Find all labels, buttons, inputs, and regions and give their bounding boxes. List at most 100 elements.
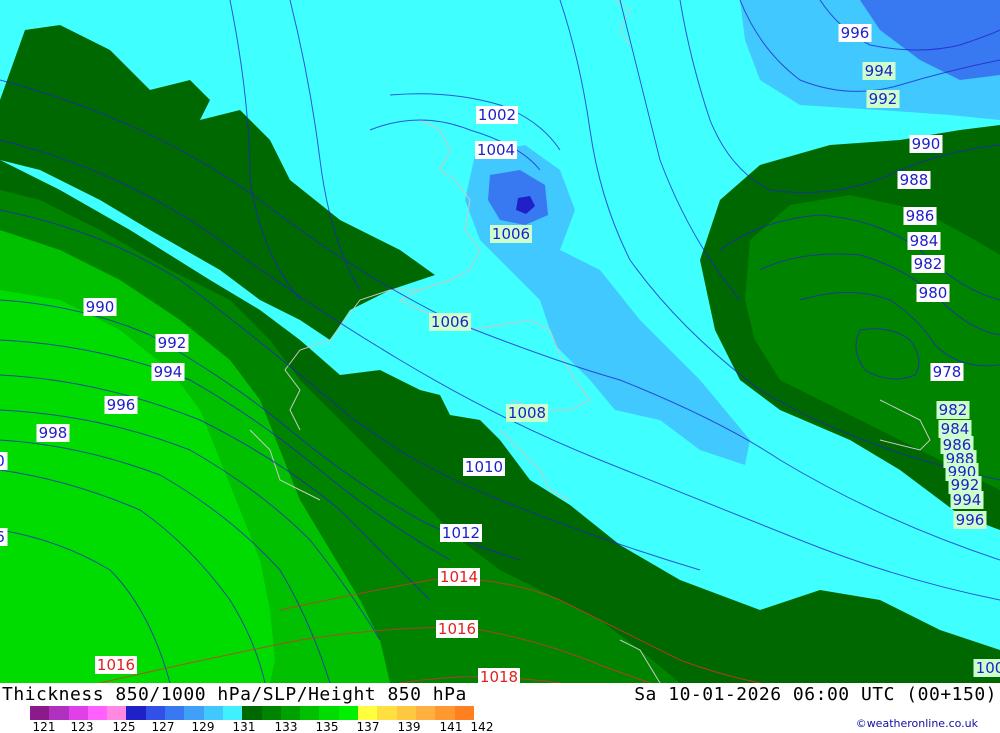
isobar-label-text: 100 [976,659,1000,677]
isobar-label: 1016 [436,620,478,638]
color-scale-swatch [165,706,185,720]
isobar-label: 994 [950,491,984,509]
color-scale-swatch [396,706,416,720]
color-scale-tick-label: 127 [151,720,175,733]
isobar-label-text: 1012 [442,524,480,542]
color-scale-swatch [87,706,108,720]
isobar-label-text: 1016 [97,656,135,674]
isobar-label: 984 [907,232,941,250]
isobar-label-text: 1004 [477,141,515,159]
color-scale-swatch [319,706,339,720]
isobar-label-text: 1018 [480,668,518,683]
isobar-label-text: 994 [865,62,894,80]
weather-map-view: { "title": "Thickness 850/1000 hPa/SLP/H… [0,0,1000,733]
isobar-label-text: 996 [841,24,870,42]
isobar-label-text: 978 [933,363,962,381]
isobar-label: 0 [0,452,8,470]
isobar-label-text: 982 [914,255,943,273]
isobar-label: 6 [0,528,8,546]
color-scale-bar [30,706,474,720]
color-scale-swatch [261,706,281,720]
color-scale-tick-label: 139 [397,720,421,733]
isobar-label: 980 [916,284,950,302]
color-scale-swatch [242,706,262,720]
isobar-label-text: 988 [900,171,929,189]
isobar-label: 990 [909,135,943,153]
isobar-label: 1004 [475,141,517,159]
color-scale-tick-label: 129 [191,720,215,733]
valid-time: Sa 10-01-2026 06:00 UTC (00+150) [634,684,997,705]
color-scale-swatch [222,706,243,720]
isobar-label: 992 [866,90,900,108]
isobar-label: 1012 [440,524,482,542]
isobar-label-text: 1014 [440,568,478,586]
isobar-label: 990 [83,298,117,316]
isobar-label: 1016 [95,656,137,674]
isobar-label-text: 1008 [508,404,546,422]
credit-link[interactable]: ©weatheronline.co.uk [856,717,978,730]
isobar-label: 1010 [463,458,505,476]
color-scale-swatch [415,706,436,720]
isobar-label: 978 [930,363,964,381]
color-scale-swatch [30,706,50,720]
isobar-label: 1002 [476,106,518,124]
isobar-label: 982 [936,401,970,419]
isobar-label-text: 994 [953,491,982,509]
isobar-label: 100 [973,659,1000,677]
color-scale-tick-label: 135 [315,720,339,733]
color-scale-tick-label: 141 [439,720,463,733]
isobar-label: 996 [104,396,138,414]
isobar-label: 986 [903,207,937,225]
isobar-label-text: 998 [39,424,68,442]
isobar-label-text: 0 [0,452,5,470]
weather-map: 99699499210021004 99098898698498298010061… [0,0,1000,683]
color-scale-swatch [280,706,301,720]
color-scale-swatch [377,706,397,720]
map-title: Thickness 850/1000 hPa/SLP/Height 850 hP… [2,684,467,705]
color-scale-swatch [145,706,166,720]
isobar-label: 1006 [490,225,532,243]
isobar-label: 988 [897,171,931,189]
isobar-label-text: 986 [906,207,935,225]
isobar-label: 996 [838,24,872,42]
color-scale-swatch [68,706,88,720]
color-scale-tick-label: 123 [70,720,94,733]
color-scale-tick-label: 133 [274,720,298,733]
isobar-label: 1006 [429,313,471,331]
color-scale-swatch [107,706,127,720]
isobar-label-text: 980 [919,284,948,302]
isobar-label-text: 984 [910,232,939,250]
isobar-label-text: 1006 [492,225,530,243]
isobar-label-text: 990 [86,298,115,316]
isobar-label-text: 992 [869,90,898,108]
isobar-label-text: 990 [912,135,941,153]
color-scale-swatch [300,706,320,720]
color-scale-swatch [338,706,359,720]
color-scale-swatch [203,706,223,720]
color-scale-swatch [49,706,69,720]
isobar-label: 992 [155,334,189,352]
isobar-label: 994 [862,62,896,80]
color-scale-ticks: 121 123 125 127 129 131 133 135 137 139 141 142 [0,720,520,733]
isobar-label-text: 1002 [478,106,516,124]
isobar-label-text: 1006 [431,313,469,331]
isobar-label-text: 992 [158,334,187,352]
color-scale-swatch [358,706,378,720]
isobar-label: 996 [953,511,987,529]
color-scale-tick-label: 121 [32,720,56,733]
isobar-label-text: 1010 [465,458,503,476]
color-scale-tick-label: 125 [112,720,136,733]
color-scale-swatch [126,706,146,720]
isobar-label-text: 982 [939,401,968,419]
isobar-label: 982 [911,255,945,273]
color-scale-swatch [184,706,204,720]
isobar-label-text: 996 [107,396,136,414]
isobar-label: 1014 [438,568,480,586]
isobar-label: 1008 [506,404,548,422]
isobar-label: 998 [36,424,70,442]
color-scale-swatch [435,706,455,720]
isobar-label: 1018 [478,668,520,683]
isobar-label-text: 994 [154,363,183,381]
color-scale-tick-label: 131 [232,720,256,733]
isobar-label-text: 996 [956,511,985,529]
